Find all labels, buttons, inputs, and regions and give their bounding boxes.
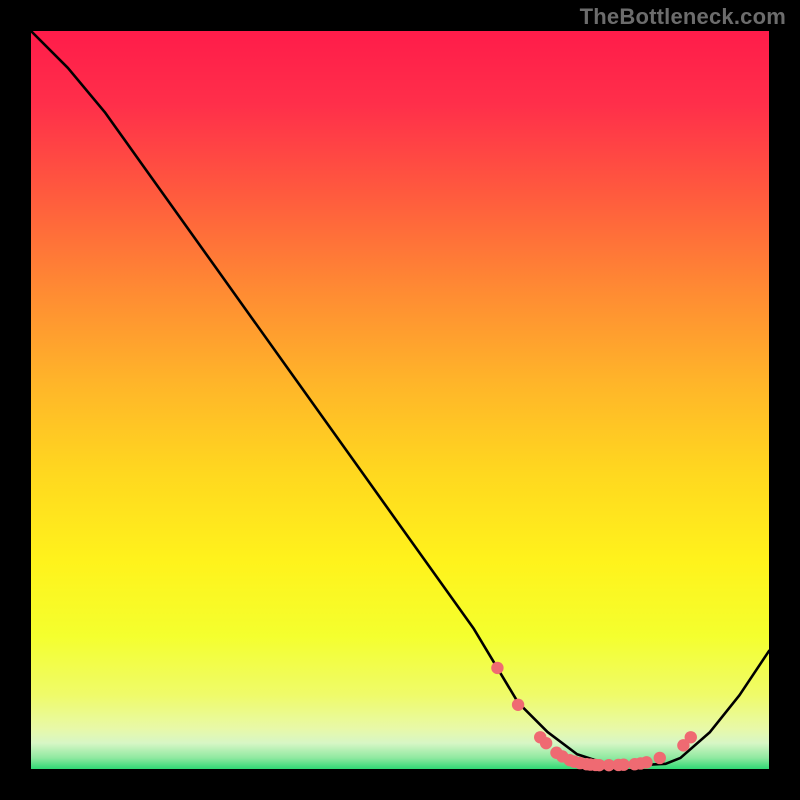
- marker-dot: [640, 756, 652, 768]
- marker-dot: [685, 731, 697, 743]
- marker-dot: [617, 759, 629, 771]
- marker-dot: [654, 752, 666, 764]
- plot-background: [31, 31, 769, 769]
- watermark-text: TheBottleneck.com: [580, 4, 786, 30]
- gradient-line-chart: [0, 0, 800, 800]
- marker-dot: [512, 699, 524, 711]
- marker-dot: [491, 662, 503, 674]
- marker-dot: [540, 737, 552, 749]
- chart-frame: { "watermark": "TheBottleneck.com", "cha…: [0, 0, 800, 800]
